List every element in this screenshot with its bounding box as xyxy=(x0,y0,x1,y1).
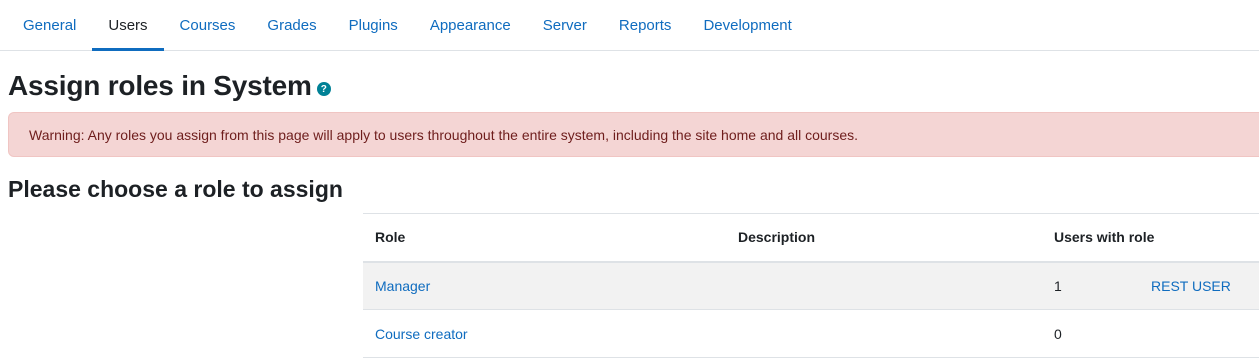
warning-text: Warning: Any roles you assign from this … xyxy=(29,126,859,143)
user-count: 1 xyxy=(1054,277,1062,294)
user-link[interactable]: REST USER xyxy=(1151,278,1231,294)
column-header-role: Role xyxy=(363,213,726,263)
tab-grades[interactable]: Grades xyxy=(251,0,332,50)
tab-reports[interactable]: Reports xyxy=(603,0,688,50)
tab-appearance[interactable]: Appearance xyxy=(414,0,527,50)
column-header-description: Description xyxy=(726,213,1042,263)
users-cell: 1 REST USER xyxy=(1042,261,1259,310)
tab-users[interactable]: Users xyxy=(92,0,164,51)
page-title: Assign roles in System ? xyxy=(8,70,331,102)
tab-general[interactable]: General xyxy=(7,0,92,50)
column-header-users: Users with role xyxy=(1042,213,1259,263)
admin-tabs: General Users Courses Grades Plugins App… xyxy=(0,0,1259,51)
table-row: Manager 1 REST USER xyxy=(363,261,1259,310)
users-cell: 0 xyxy=(1042,309,1259,358)
user-count: 0 xyxy=(1054,325,1062,342)
roles-table: Role Description Users with role Manager… xyxy=(363,213,1259,358)
table-header-row: Role Description Users with role xyxy=(363,213,1259,263)
role-link-course-creator[interactable]: Course creator xyxy=(375,326,468,342)
role-link-manager[interactable]: Manager xyxy=(375,278,430,294)
description-cell xyxy=(726,309,1042,358)
warning-alert: Warning: Any roles you assign from this … xyxy=(8,112,1259,157)
page-title-text: Assign roles in System xyxy=(8,70,312,101)
help-icon[interactable]: ? xyxy=(316,82,331,96)
section-title: Please choose a role to assign xyxy=(8,176,343,202)
description-cell xyxy=(726,261,1042,310)
tab-server[interactable]: Server xyxy=(527,0,603,50)
role-cell: Manager xyxy=(363,261,726,310)
tab-development[interactable]: Development xyxy=(687,0,807,50)
tab-plugins[interactable]: Plugins xyxy=(333,0,414,50)
role-cell: Course creator xyxy=(363,309,726,358)
tab-courses[interactable]: Courses xyxy=(164,0,252,50)
table-row: Course creator 0 xyxy=(363,309,1259,358)
